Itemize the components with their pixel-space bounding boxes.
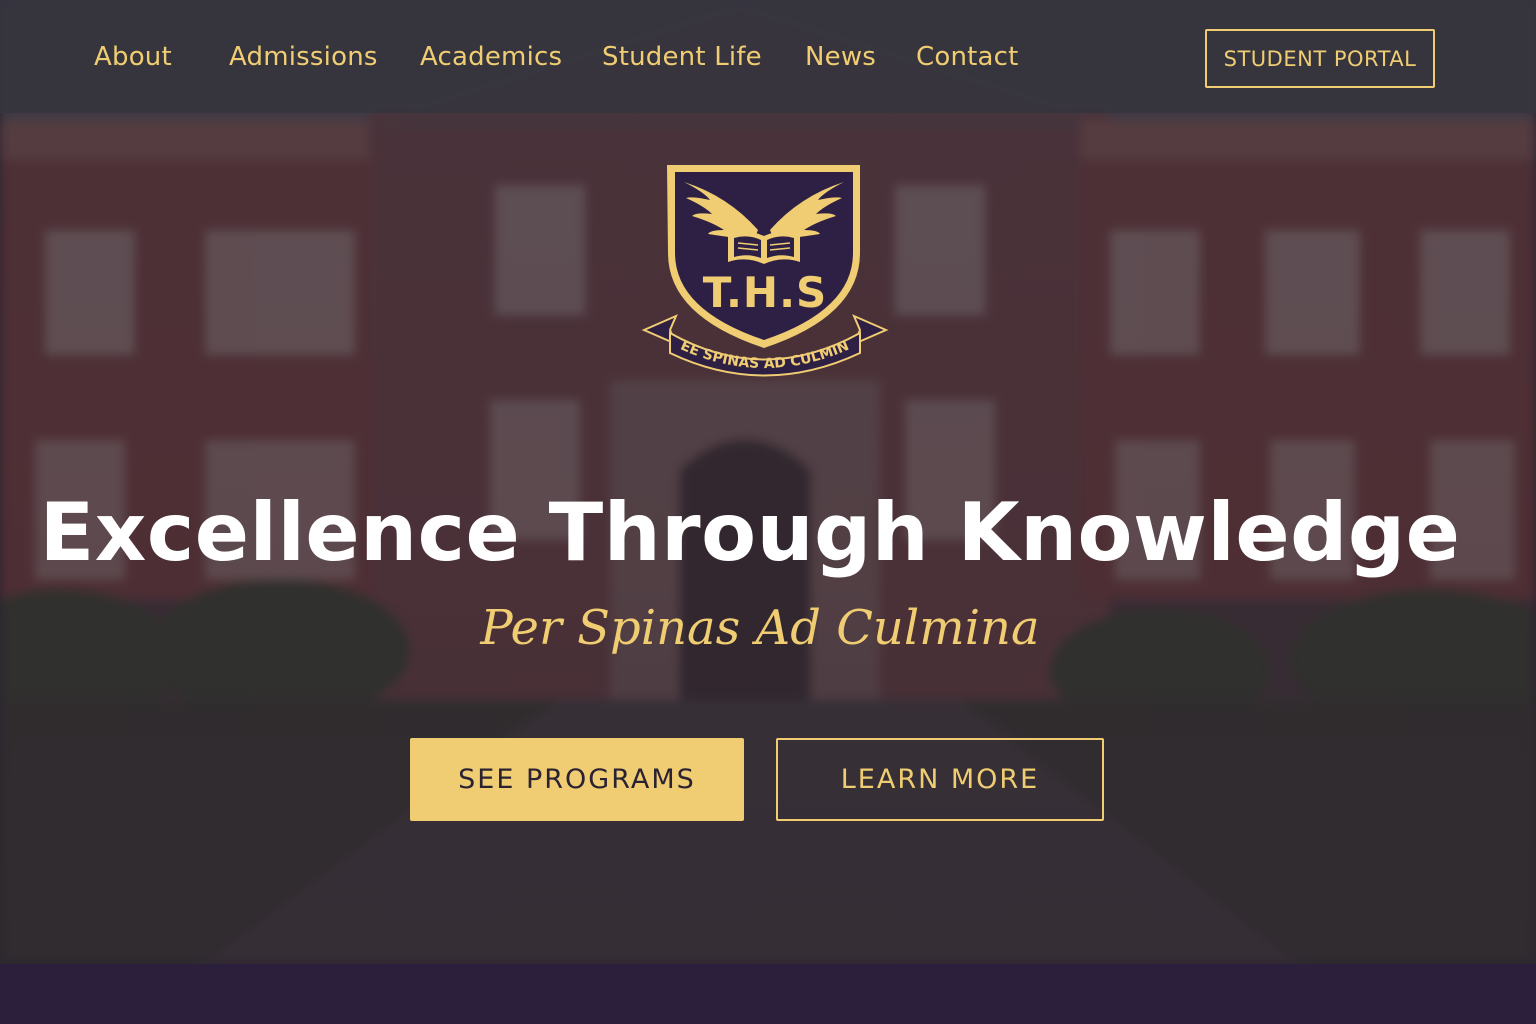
see-programs-button[interactable]: SEE PROGRAMS <box>410 738 744 821</box>
bottom-section-band <box>0 964 1536 1024</box>
winged-book-shield-crest-icon: PEE SPINAS AD CULMINA <box>635 146 889 377</box>
nav-link-about[interactable]: About <box>94 42 172 72</box>
hero-headline: Excellence Through Knowledge <box>39 486 1461 579</box>
nav-link-admissions[interactable]: Admissions <box>229 42 378 72</box>
hero-overlay <box>0 0 1536 964</box>
nav-link-news[interactable]: News <box>805 42 876 72</box>
nav-link-contact[interactable]: Contact <box>916 42 1019 72</box>
nav-link-academics[interactable]: Academics <box>420 42 562 72</box>
nav-link-student-life[interactable]: Student Life <box>602 42 762 72</box>
school-crest-logo: PEE SPINAS AD CULMINA T.H.S <box>635 146 890 383</box>
hero-tagline: Per Spinas Ad Culmina <box>480 600 1040 656</box>
student-portal-button[interactable]: STUDENT PORTAL <box>1205 29 1435 88</box>
learn-more-button[interactable]: LEARN MORE <box>776 738 1104 821</box>
top-navbar: About Admissions Academics Student Life … <box>0 0 1536 113</box>
